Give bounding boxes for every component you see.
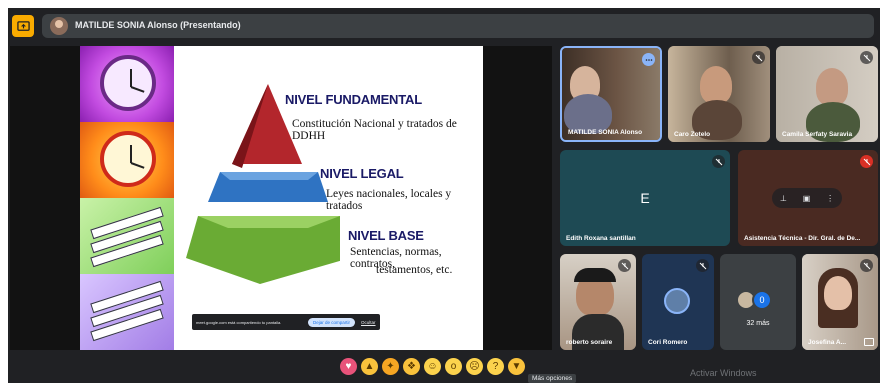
picture-in-picture-icon[interactable] bbox=[864, 338, 874, 346]
participant-tile[interactable]: roberto soraire bbox=[560, 254, 636, 350]
top-bar: MATILDE SONIA Alonso (Presentando) bbox=[8, 8, 880, 44]
clock-icon bbox=[100, 55, 156, 111]
thumbs-down-icon[interactable]: ▼ bbox=[508, 357, 525, 375]
party-popper-icon[interactable]: ✦ bbox=[382, 357, 399, 375]
pin-icon[interactable]: ⊥ bbox=[780, 194, 787, 203]
more-vert-icon[interactable]: ⋮ bbox=[826, 194, 834, 203]
heart-icon[interactable]: ♥ bbox=[340, 357, 357, 375]
clap-icon[interactable]: ❖ bbox=[403, 357, 420, 375]
thumbs-up-icon[interactable]: ▲ bbox=[361, 357, 378, 375]
mic-off-icon bbox=[752, 51, 765, 64]
participant-initial: E bbox=[640, 190, 650, 206]
clock-icon bbox=[100, 131, 156, 187]
presentation-slide: NIVEL FUNDAMENTAL Constitución Nacional … bbox=[80, 46, 483, 350]
slide-image-clock-orange bbox=[80, 122, 174, 198]
mic-off-icon bbox=[860, 155, 873, 168]
hidden-count: 0 bbox=[759, 295, 765, 305]
more-options-icon[interactable] bbox=[642, 53, 655, 66]
present-screen-icon bbox=[16, 20, 30, 31]
participant-name: Asistencia Técnica - Dir. Gral. de De... bbox=[744, 235, 861, 242]
more-participants-tile[interactable]: 0 32 más bbox=[720, 254, 796, 350]
avatar bbox=[664, 288, 690, 314]
share-message: meet.google.com está compartiendo tu pan… bbox=[196, 319, 282, 325]
mic-off-icon bbox=[860, 259, 873, 272]
hide-notice-link[interactable]: Ocultar bbox=[361, 320, 376, 325]
slide-image-books-purple bbox=[80, 274, 174, 350]
sad-icon[interactable]: ☹ bbox=[466, 357, 483, 375]
windows-activation-watermark: Activar Windows bbox=[690, 368, 757, 378]
avatar bbox=[816, 68, 848, 106]
laugh-icon[interactable]: ☺ bbox=[424, 357, 441, 375]
level-title: NIVEL FUNDAMENTAL bbox=[285, 92, 422, 107]
pyramid-diagram bbox=[186, 84, 340, 284]
tile-hover-controls: ⊥ ▣ ⋮ bbox=[772, 188, 842, 208]
stop-sharing-button[interactable]: Dejar de compartir bbox=[308, 317, 356, 327]
screen-share-notice: meet.google.com está compartiendo tu pan… bbox=[192, 314, 380, 330]
participant-name: Caro Zotelo bbox=[674, 131, 711, 138]
participant-name: Edith Roxana santillan bbox=[566, 235, 636, 242]
level-subtitle: Constitución Nacional y tratados de DDHH bbox=[292, 118, 457, 142]
participant-tile[interactable]: E Edith Roxana santillan bbox=[560, 150, 730, 246]
participant-name: MATILDE SONIA Alonso bbox=[568, 129, 643, 136]
participant-name: Josefina A... bbox=[808, 339, 847, 346]
presenter-label: MATILDE SONIA Alonso (Presentando) bbox=[75, 20, 241, 30]
mic-off-icon bbox=[618, 259, 631, 272]
surprised-icon[interactable]: o bbox=[445, 357, 462, 375]
participant-tile[interactable]: Cori Romero bbox=[642, 254, 714, 350]
participant-tile[interactable]: ⊥ ▣ ⋮ Asistencia Técnica - Dir. Gral. de… bbox=[738, 150, 878, 246]
mic-off-icon bbox=[712, 155, 725, 168]
thinking-icon[interactable]: ? bbox=[487, 357, 504, 375]
shared-screen: NIVEL FUNDAMENTAL Constitución Nacional … bbox=[10, 46, 552, 350]
more-options-tooltip: Más opciones bbox=[528, 374, 577, 383]
participant-tile[interactable]: Camila Serfaty Saravia bbox=[776, 46, 878, 142]
slide-image-clock-purple bbox=[80, 46, 174, 122]
level-title: NIVEL LEGAL bbox=[320, 166, 404, 181]
presenter-banner[interactable]: MATILDE SONIA Alonso (Presentando) bbox=[42, 14, 874, 38]
level-subtitle: Leyes nacionales, locales y tratados bbox=[326, 188, 452, 212]
participant-tile[interactable]: Josefina A... bbox=[802, 254, 878, 350]
participant-tile[interactable]: MATILDE SONIA Alonso bbox=[560, 46, 662, 142]
frame-icon[interactable]: ▣ bbox=[803, 194, 811, 203]
reaction-bar: ♥ ▲ ✦ ❖ ☺ o ☹ ? ▼ bbox=[340, 355, 548, 377]
meet-window: MATILDE SONIA Alonso (Presentando) NIVEL… bbox=[8, 8, 880, 383]
level-title: NIVEL BASE bbox=[348, 228, 424, 243]
presentation-toggle-button[interactable] bbox=[12, 15, 34, 37]
mic-off-icon bbox=[860, 51, 873, 64]
level-subtitle: testamentos, etc. bbox=[376, 264, 453, 276]
participant-count-badge: 0 bbox=[752, 290, 772, 310]
avatar bbox=[700, 66, 732, 104]
presenter-avatar bbox=[50, 17, 68, 35]
participant-tile[interactable]: Caro Zotelo bbox=[668, 46, 770, 142]
slide-image-books-green bbox=[80, 198, 174, 274]
participant-name: roberto soraire bbox=[566, 339, 613, 346]
more-participants-label: 32 más bbox=[746, 320, 770, 327]
participant-name: Cori Romero bbox=[648, 339, 688, 346]
participant-name: Camila Serfaty Saravia bbox=[782, 131, 853, 138]
mic-off-icon bbox=[696, 259, 709, 272]
